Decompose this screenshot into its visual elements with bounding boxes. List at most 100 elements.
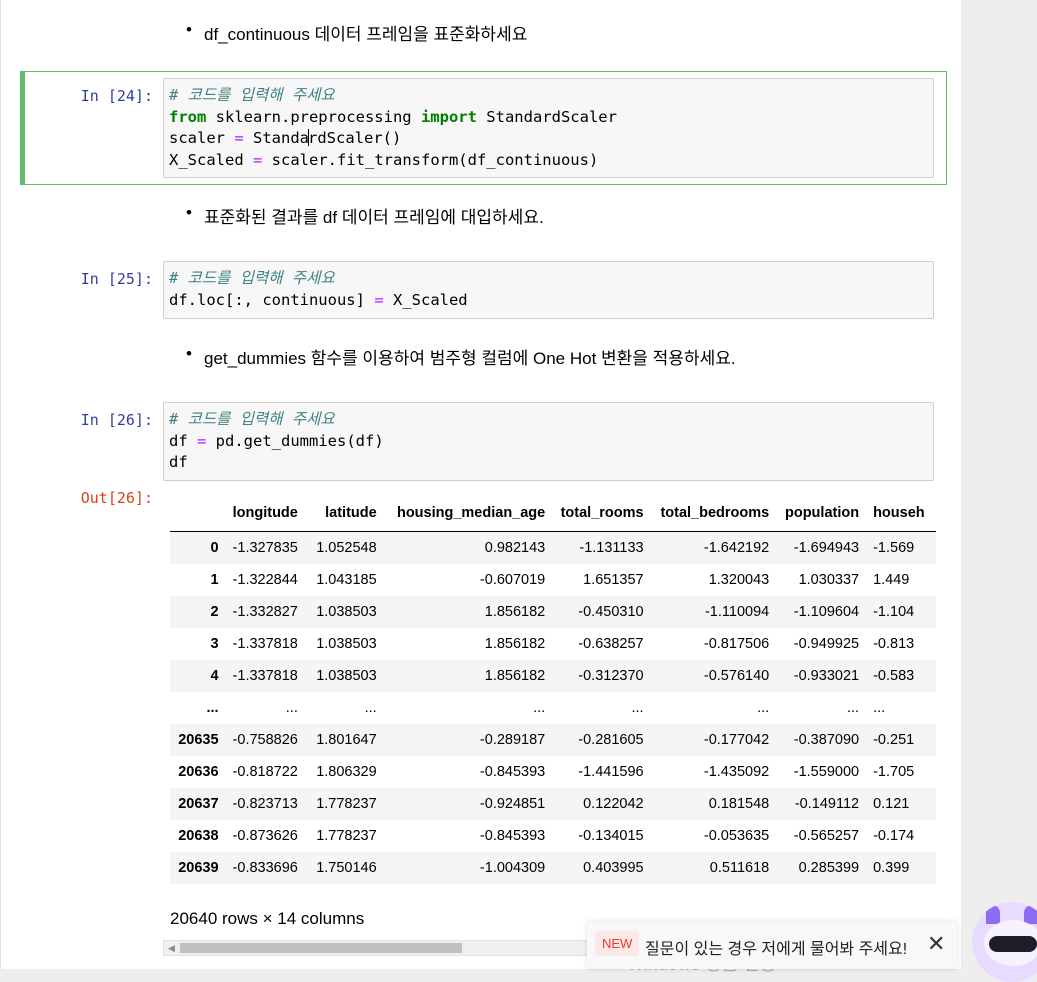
mascot-ear: [1024, 906, 1037, 924]
column-header: longitude: [225, 495, 305, 532]
table-cell: -0.450310: [578, 604, 644, 620]
table-cell: ...: [533, 700, 546, 716]
table-cell: 1.052548: [316, 540, 377, 556]
table-cell: 1.038503: [316, 636, 377, 652]
table-row: 2 -1.332827 1.038503 1.856182 -0.450310 -1.11…: [170, 596, 936, 628]
code-text: scaler.fit_transform(df_continuous): [262, 150, 599, 169]
cell-prompt-24: In [24]:: [80, 87, 153, 105]
column-header: total_rooms: [552, 495, 651, 532]
table-cell: -0.845393: [479, 764, 546, 780]
cell-prompt-25: In [25]:: [80, 270, 153, 288]
table-cell: -1.004309: [479, 860, 546, 876]
table-row: 0 -1.327835 1.052548 0.982143 -1.131133 -1.64…: [170, 531, 936, 564]
close-icon[interactable]: ✕: [927, 931, 945, 957]
code-input-24[interactable]: # 코드를 입력해 주세요 from sklearn.preprocessing…: [163, 78, 934, 178]
table-cell: -1.569: [873, 540, 915, 556]
column-header: househ: [866, 495, 936, 532]
table-cell: -0.289187: [479, 732, 546, 748]
table-cell: -1.109604: [793, 604, 860, 620]
row-index: 20637: [178, 796, 219, 812]
row-index: 20638: [178, 828, 219, 844]
table-cell: -1.559000: [793, 764, 860, 780]
code-operator: =: [253, 150, 263, 169]
table-cell: -0.149112: [794, 796, 860, 812]
table-cell: 1.778237: [316, 828, 377, 844]
code-text: X_Scaled: [383, 290, 468, 309]
row-index: 1: [210, 572, 219, 588]
table-cell: -0.281605: [578, 732, 644, 748]
table-cell: 1.856182: [484, 668, 546, 684]
table-cell: 1.038503: [316, 668, 377, 684]
cell-out-prompt-26: Out[26]:: [80, 489, 153, 507]
code-operator: =: [197, 431, 207, 450]
table-cell: 0.121: [873, 796, 910, 812]
table-cell: -0.758826: [232, 732, 298, 748]
table-cell: 1.750146: [316, 860, 377, 876]
table-cell: 1.856182: [484, 636, 546, 652]
table-cell: -1.642192: [703, 540, 770, 556]
row-index: 2: [210, 604, 219, 620]
table-row: 20637 -0.823713 1.778237 -0.924851 0.122042 0…: [170, 788, 936, 820]
table-cell: -0.813: [873, 636, 915, 652]
table-cell: 0.285399: [798, 860, 860, 876]
code-input-26[interactable]: # 코드를 입력해 주세요 df = pd.get_dummies(df) df: [163, 402, 934, 481]
table-cell: 0.399: [873, 860, 910, 876]
table-cell: -1.332827: [232, 604, 298, 620]
row-index: 20636: [178, 764, 219, 780]
chatbot-mascot-avatar[interactable]: [972, 902, 1037, 982]
code-input-25[interactable]: # 코드를 입력해 주세요 df.loc[:, continuous] = X_…: [163, 261, 934, 319]
table-cell: -1.435092: [703, 764, 770, 780]
table-cell: -1.337818: [232, 636, 298, 652]
column-header: housing_median_age: [383, 495, 553, 532]
scrollbar-thumb[interactable]: [180, 943, 462, 953]
markdown-bullet: df_continuous 데이터 프레임을 표준화하세요: [186, 20, 527, 45]
code-text: sklearn.preprocessing: [206, 107, 421, 126]
markdown-bullet: get_dummies 함수를 이용하여 범주형 컬럼에 One Hot 변환을…: [186, 344, 736, 369]
table-cell: -0.933021: [793, 668, 860, 684]
table-cell: -0.873626: [232, 828, 298, 844]
code-text: X_Scaled: [169, 150, 253, 169]
table-cell: -1.322844: [232, 572, 298, 588]
toast-message: 질문이 있는 경우 저에게 물어봐 주세요!: [645, 941, 908, 958]
table-cell: 1.043185: [316, 572, 377, 588]
code-text: StandardScaler: [476, 107, 617, 126]
table-cell: 0.982143: [484, 540, 546, 556]
table-cell: -0.823713: [232, 796, 298, 812]
table-cell: 1.806329: [316, 764, 377, 780]
row-index: 4: [210, 668, 219, 684]
code-text: df.loc[:, continuous]: [169, 290, 375, 309]
cell-prompt-26: In [26]:: [80, 411, 153, 429]
column-header: latitude: [304, 495, 384, 532]
scroll-left-icon[interactable]: ◀: [168, 943, 175, 954]
table-cell: 1.320043: [708, 572, 770, 588]
code-text: df: [169, 431, 197, 450]
code-comment: # 코드를 입력해 주세요: [169, 86, 335, 104]
table-cell: 1.449: [873, 572, 910, 588]
code-keyword: import: [420, 107, 477, 126]
dataframe-output[interactable]: longitude latitude housing_median_age total…: [170, 495, 936, 895]
table-cell: 1.801647: [316, 732, 377, 748]
table-row: 3 -1.337818 1.038503 1.856182 -0.638257 -0.81…: [170, 628, 936, 660]
table-cell: -0.053635: [703, 828, 770, 844]
table-cell: -0.817506: [703, 636, 770, 652]
table-cell: ...: [873, 700, 886, 716]
code-operator: =: [374, 290, 384, 309]
table-cell: -1.104: [873, 604, 915, 620]
table-cell: -0.312370: [578, 668, 644, 684]
table-cell: -0.818722: [232, 764, 298, 780]
table-row: 1 -1.322844 1.043185 -0.607019 1.651357 1.320…: [170, 564, 936, 596]
table-cell: 1.030337: [798, 572, 860, 588]
table-cell: -0.833696: [232, 860, 298, 876]
table-cell: ...: [631, 700, 644, 716]
mascot-ear: [986, 906, 1000, 924]
code-comment: # 코드를 입력해 주세요: [169, 410, 335, 428]
code-text: pd.get_dummies(df): [206, 431, 384, 450]
table-cell: -0.134015: [578, 828, 644, 844]
code-operator: =: [234, 129, 244, 147]
table-cell: 1.778237: [316, 796, 377, 812]
table-cell: -1.441596: [578, 764, 644, 780]
column-header: population: [776, 495, 867, 532]
row-index: 20635: [178, 732, 219, 748]
help-toast[interactable]: NEW 질문이 있는 경우 저에게 물어봐 주세요! ✕: [587, 921, 957, 969]
table-cell: ...: [846, 700, 860, 716]
